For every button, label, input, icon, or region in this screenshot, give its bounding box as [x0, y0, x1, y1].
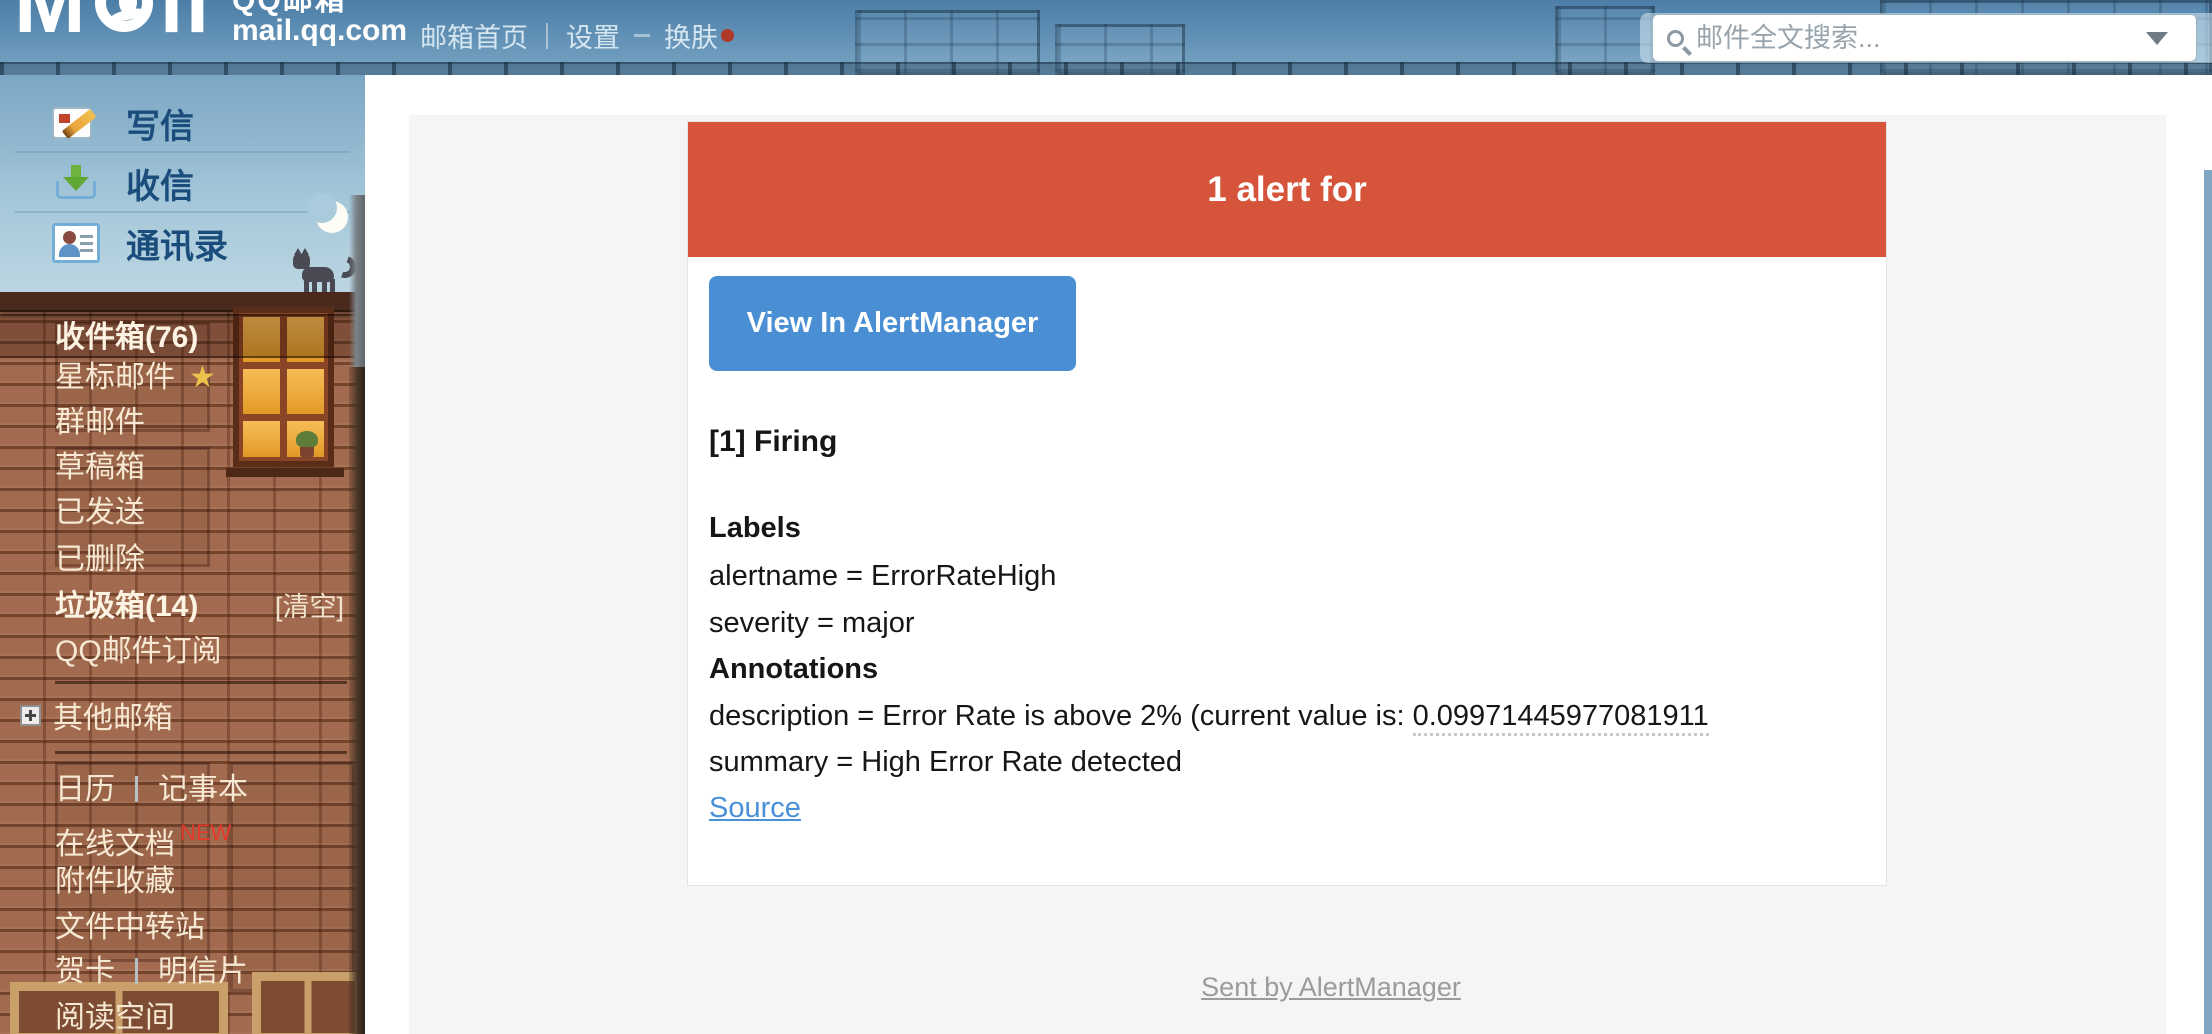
label-alertname: alertname = ErrorRateHigh	[709, 560, 1057, 592]
drafts-label: 草稿箱	[55, 451, 145, 484]
top-bar: M il QQ邮箱 mail.qq.com 邮箱首页 设置 换肤	[0, 0, 2212, 75]
annotations-heading: Annotations	[709, 653, 879, 685]
sidebar-item-inbox[interactable]: 收件箱(76)	[0, 314, 365, 358]
penguin-silhouette	[118, 0, 137, 14]
sidebar-row-calendar-notes: 日历 记事本	[55, 770, 248, 810]
nav-divider	[546, 22, 548, 49]
penguin-logo-icon	[94, 0, 153, 32]
topbar-bottom-band	[0, 62, 2212, 75]
sent-by-alertmanager-link[interactable]: Sent by AlertManager	[1201, 972, 1461, 1002]
sidebar-item-inbox-check[interactable]: 收信	[52, 161, 194, 206]
divider	[135, 958, 138, 984]
nav-dash-divider	[634, 34, 650, 37]
sidebar-item-file-transfer[interactable]: 文件中转站	[55, 908, 205, 948]
subscriptions-label: QQ邮件订阅	[55, 635, 222, 668]
starred-label: 星标邮件	[55, 361, 175, 394]
sidebar-item-online-docs[interactable]: 在线文档 NEW	[55, 813, 232, 861]
sidebar-item-contacts[interactable]: 通讯录	[52, 221, 228, 266]
source-link[interactable]: Source	[709, 792, 801, 824]
annotation-description: description = Error Rate is above 2% (cu…	[709, 694, 1709, 738]
sidebar-item-subscriptions[interactable]: QQ邮件订阅	[0, 632, 365, 672]
logo-text-right: il	[159, 0, 212, 51]
inbox-label: 收件箱(76)	[55, 321, 199, 354]
nav-settings[interactable]: 设置	[566, 16, 620, 55]
sidebar-item-drafts[interactable]: 草稿箱	[0, 448, 365, 488]
sidebar-brick-background: 收件箱(76) 星标邮件 ★ 群邮件 草稿箱 已发送 已删除 垃圾箱(14) [清…	[0, 292, 365, 1034]
search-dropdown-arrow-icon[interactable]	[2146, 32, 2168, 45]
nav-mail-home[interactable]: 邮箱首页	[420, 16, 528, 55]
receive-label: 收信	[126, 167, 194, 206]
online-docs-label: 在线文档	[55, 828, 175, 861]
sidebar-item-attachment-favorites[interactable]: 附件收藏	[55, 862, 175, 902]
alert-banner: 1 alert for	[688, 122, 1886, 257]
qqmail-logo[interactable]: M il	[14, 0, 211, 46]
receive-icon	[52, 163, 100, 203]
sidebar-item-greeting-card[interactable]: 贺卡	[55, 955, 115, 988]
search-box[interactable]	[1652, 14, 2197, 62]
empty-trash-button[interactable]: [清空]	[275, 587, 344, 627]
sidebar-item-calendar[interactable]: 日历	[55, 773, 115, 806]
labels-heading: Labels	[709, 512, 801, 544]
right-edge-skin-strip	[2204, 170, 2212, 1034]
firing-heading: [1] Firing	[709, 425, 838, 458]
bottom-window-illustration	[252, 972, 364, 1034]
divider	[135, 776, 138, 802]
attachment-favorites-label: 附件收藏	[55, 865, 175, 898]
nav-change-skin[interactable]: 换肤	[664, 16, 718, 55]
sidebar-item-deleted[interactable]: 已删除	[0, 540, 365, 580]
sidebar-sky-background: 写信 收信 通讯录	[0, 75, 365, 292]
sidebar-item-other-mailboxes[interactable]: 其他邮箱	[20, 695, 173, 735]
sent-label: 已发送	[55, 496, 145, 529]
sidebar-item-postcard[interactable]: 明信片	[158, 955, 248, 988]
file-transfer-label: 文件中转站	[55, 911, 205, 944]
contacts-icon	[52, 223, 100, 263]
plus-box-icon[interactable]	[20, 704, 41, 726]
new-badge: NEW	[180, 820, 232, 845]
logo-subtext: QQ邮箱 mail.qq.com	[232, 0, 407, 46]
compose-label: 写信	[126, 107, 194, 146]
divider	[55, 751, 347, 754]
sidebar-row-card-postcard: 贺卡 明信片	[55, 952, 248, 992]
sidebar-item-reading-space[interactable]: 阅读空间	[55, 998, 175, 1034]
annotation-summary: summary = High Error Rate detected	[709, 746, 1183, 778]
compose-icon	[52, 103, 100, 143]
description-text: description = Error Rate is above 2% (cu…	[709, 700, 1413, 732]
label-severity: severity = major	[709, 607, 915, 639]
description-value: 0.09971445977081911	[1412, 700, 1709, 736]
source-line: Source	[709, 786, 801, 830]
logo-domain-label: mail.qq.com	[232, 14, 408, 47]
contacts-label: 通讯录	[126, 227, 228, 266]
divider	[15, 211, 350, 213]
logo-text-left: M	[14, 0, 88, 51]
email-footer: Sent by AlertManager	[731, 972, 1931, 1003]
building-corner-pipe	[349, 195, 365, 367]
sidebar-item-compose[interactable]: 写信	[52, 101, 194, 146]
cat-illustration	[292, 248, 360, 292]
mail-content-pane: Sent by AlertManager 1 alert for View In…	[365, 75, 2212, 1034]
search-icon	[1667, 29, 1684, 47]
notification-dot	[721, 29, 734, 42]
building-corner-shadow	[349, 367, 365, 1034]
top-nav: 邮箱首页 设置 换肤	[420, 16, 734, 55]
group-mail-label: 群邮件	[55, 406, 145, 439]
star-icon: ★	[189, 361, 216, 394]
wall-panel	[230, 762, 355, 992]
divider	[55, 681, 347, 684]
other-mailboxes-label: 其他邮箱	[53, 702, 173, 735]
sidebar: 写信 收信 通讯录 收件箱(76) 星标邮件 ★ 群邮件 草稿箱 已发送 已删除…	[0, 75, 365, 1034]
sidebar-item-starred[interactable]: 星标邮件 ★	[0, 358, 365, 398]
alert-email-card: 1 alert for View In AlertManager [1] Fir…	[687, 121, 1887, 886]
sidebar-item-notebook[interactable]: 记事本	[158, 773, 248, 806]
reading-space-label: 阅读空间	[55, 1001, 175, 1034]
view-in-alertmanager-button[interactable]: View In AlertManager	[709, 276, 1076, 371]
moon-illustration	[307, 193, 348, 233]
deleted-label: 已删除	[55, 543, 145, 576]
divider	[15, 151, 350, 153]
sidebar-item-group-mail[interactable]: 群邮件	[0, 403, 365, 443]
sidebar-item-sent[interactable]: 已发送	[0, 493, 365, 533]
trash-label: 垃圾箱(14)	[55, 590, 199, 623]
search-input[interactable]	[1694, 21, 2196, 55]
